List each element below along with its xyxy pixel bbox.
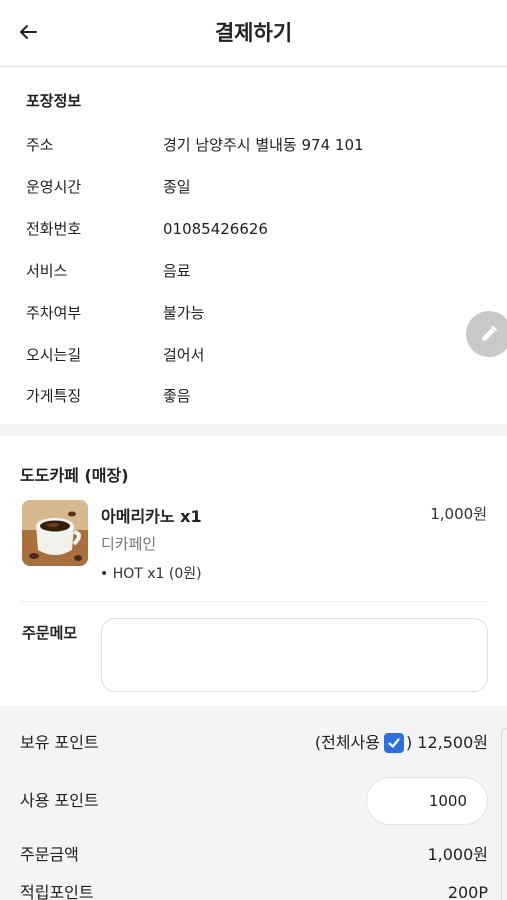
- use-all-label: (전체사용: [314, 733, 380, 752]
- info-key: 전화번호: [26, 220, 82, 238]
- memo-label: 주문메모: [22, 624, 78, 642]
- earn-points-label: 적립포인트: [20, 883, 94, 900]
- side-panel-edge: [501, 728, 507, 900]
- item-price: 1,000원: [430, 505, 487, 523]
- info-value: 걸어서: [163, 346, 205, 364]
- app-header: 결제하기: [0, 0, 507, 66]
- earn-points-value: 200P: [447, 883, 488, 900]
- info-value: 경기 남양주시 별내동 974 101: [163, 136, 364, 154]
- order-amount-value: 1,000원: [427, 845, 488, 864]
- info-key: 주소: [26, 136, 54, 154]
- owned-points-amount: ) 12,500원: [405, 733, 488, 752]
- item-option: 디카페인: [101, 535, 157, 553]
- use-points-label: 사용 포인트: [20, 791, 99, 810]
- use-all-checkbox[interactable]: [383, 733, 404, 753]
- info-key: 오시는길: [26, 346, 82, 364]
- owned-points-label: 보유 포인트: [20, 733, 99, 752]
- info-key: 주차여부: [26, 304, 82, 322]
- item-name: 아메리카노 x1: [101, 507, 202, 526]
- packaging-info-section: 포장정보 주소 경기 남양주시 별내동 974 101 운영시간 종일 전화번호…: [0, 68, 507, 424]
- order-amount-row: 주문금액 1,000원: [20, 843, 488, 867]
- info-key: 가게특징: [26, 387, 82, 405]
- info-value: 종일: [163, 178, 191, 196]
- info-value: 불가능: [163, 304, 205, 322]
- earn-points-row: 적립포인트 200P: [20, 881, 488, 900]
- divider: [20, 601, 487, 602]
- info-value: 음료: [163, 262, 191, 280]
- order-memo-input[interactable]: [101, 618, 488, 692]
- info-key: 서비스: [26, 262, 68, 280]
- order-section: 도도카페 (매장) 아메리카노 x1 1,000원 디카페인 • HOT x1 …: [0, 436, 507, 706]
- store-name: 도도카페 (매장): [20, 466, 129, 485]
- points-section: 보유 포인트 (전체사용 ) 12,500원 사용 포인트 주문금액 1,000…: [0, 707, 507, 900]
- use-points-input[interactable]: [366, 777, 488, 825]
- item-thumbnail: [22, 500, 88, 566]
- owned-points-value: (전체사용 ) 12,500원: [315, 731, 488, 755]
- info-key: 운영시간: [26, 178, 82, 196]
- owned-points-row: 보유 포인트 (전체사용 ) 12,500원: [20, 731, 488, 755]
- coffee-cup-image: [22, 500, 88, 566]
- info-value: 좋음: [163, 387, 191, 405]
- item-sub-option: • HOT x1 (0원): [100, 566, 202, 582]
- packaging-info-title: 포장정보: [26, 92, 82, 110]
- order-amount-label: 주문금액: [20, 845, 79, 864]
- edit-button[interactable]: [466, 311, 507, 357]
- pencil-icon: [482, 325, 498, 341]
- checkmark-icon: [388, 738, 400, 748]
- page-title: 결제하기: [214, 21, 293, 45]
- info-value: 01085426626: [163, 220, 268, 238]
